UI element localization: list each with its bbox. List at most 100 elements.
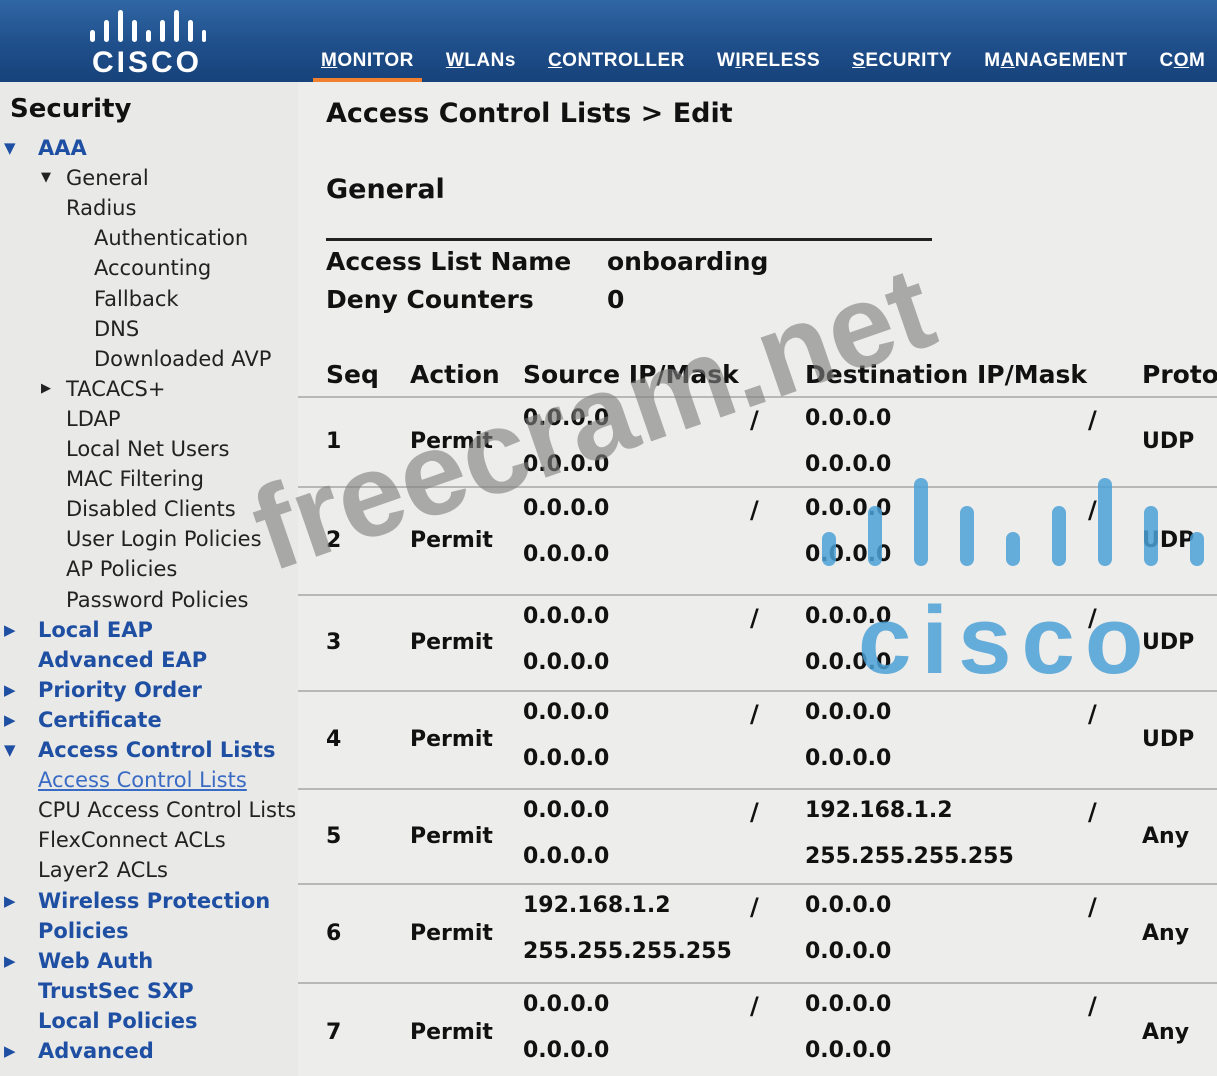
table-row[interactable]: 6 Permit 192.168.1.2 255.255.255.255 / 0.0.0.…	[298, 883, 1217, 982]
collapse-right-icon[interactable]: ▶	[4, 615, 16, 645]
sidebar-item-ldap[interactable]: LDAP	[66, 404, 121, 434]
source-mask-cell: 0.0.0.0	[523, 542, 610, 567]
destination-separator: /	[1088, 992, 1097, 1020]
sidebar-item-flexconnect-acls[interactable]: FlexConnect ACLs	[38, 825, 226, 855]
table-row[interactable]: 3 Permit 0.0.0.0 0.0.0.0 / 0.0.0.0 0.0.0.0 / UDP	[298, 594, 1217, 690]
source-separator: /	[750, 700, 759, 728]
collapse-right-icon[interactable]: ▶	[4, 886, 16, 916]
seq-cell: 5	[326, 823, 342, 849]
sidebar-item-local-eap[interactable]: Local EAP	[38, 615, 153, 645]
sidebar-item-ap-policies[interactable]: AP Policies	[66, 554, 177, 584]
sidebar-item-wireless-protection[interactable]: Wireless Protection	[38, 886, 270, 916]
collapse-right-icon[interactable]: ▶	[41, 374, 51, 404]
seq-cell: 3	[326, 630, 342, 655]
sidebar-item-local-policies[interactable]: Local Policies	[38, 1006, 198, 1036]
column-header-source[interactable]: Source IP/Mask	[523, 360, 739, 389]
section-title: General	[326, 174, 445, 205]
sidebar-item-fallback[interactable]: Fallback	[94, 284, 179, 314]
sidebar-item-access-control-lists[interactable]: Access Control Lists	[38, 735, 275, 765]
source-mask-cell: 0.0.0.0	[523, 1038, 610, 1063]
table-row[interactable]: 2 Permit 0.0.0.0 0.0.0.0 / 0.0.0.0 0.0.0.0 / UDP	[298, 486, 1217, 594]
destination-ip-cell: 0.0.0.0	[805, 604, 892, 629]
tab-wireless[interactable]: W I RELESS	[701, 0, 836, 82]
sidebar-item-password-policies[interactable]: Password Policies	[66, 585, 248, 615]
column-header-action[interactable]: Action	[410, 360, 500, 389]
table-row[interactable]: 4 Permit 0.0.0.0 0.0.0.0 / 0.0.0.0 0.0.0.0 / UDP	[298, 690, 1217, 788]
sidebar-title: Security	[10, 94, 132, 124]
collapse-right-icon[interactable]: ▶	[4, 705, 16, 735]
destination-ip-cell: 0.0.0.0	[805, 992, 892, 1017]
sidebar-item-web-auth[interactable]: Web Auth	[38, 946, 153, 976]
sidebar-item-advanced[interactable]: Advanced	[38, 1036, 154, 1066]
tab-label-end: NAGEMENT	[1014, 50, 1128, 71]
source-separator: /	[750, 798, 759, 826]
destination-ip-cell: 0.0.0.0	[805, 700, 892, 725]
destination-ip-cell: 0.0.0.0	[805, 893, 892, 918]
sidebar-item-radius[interactable]: Radius	[66, 193, 136, 223]
tab-monitor[interactable]: M ONITOR	[305, 0, 430, 82]
sidebar-item-advanced-eap[interactable]: Advanced EAP	[38, 645, 207, 675]
access-list-name-value: onboarding	[607, 247, 769, 276]
tab-management[interactable]: M A NAGEMENT	[968, 0, 1143, 82]
column-header-protocol[interactable]: Protoc	[1142, 360, 1217, 389]
source-separator: /	[750, 406, 759, 434]
destination-mask-cell: 0.0.0.0	[805, 542, 892, 567]
sidebar-item-general[interactable]: General	[66, 163, 149, 193]
sidebar-item-aaa[interactable]: AAA	[38, 133, 87, 163]
tab-hotkey-letter: W	[445, 50, 465, 71]
destination-separator: /	[1088, 496, 1097, 524]
page-title: Access Control Lists > Edit	[326, 98, 733, 129]
tab-commands[interactable]: COM	[1144, 0, 1217, 82]
sidebar-item-cpu-access-control-lists[interactable]: CPU Access Control Lists	[38, 795, 296, 825]
tab-label-end: M	[1189, 50, 1206, 71]
tab-security[interactable]: S ECURITY	[836, 0, 968, 82]
sidebar-item-access-control-lists[interactable]: Access Control Lists	[38, 765, 247, 795]
expand-down-icon[interactable]: ▼	[4, 735, 16, 765]
source-ip-cell: 0.0.0.0	[523, 496, 610, 521]
action-cell: Permit	[410, 920, 493, 946]
sidebar-item-accounting[interactable]: Accounting	[94, 253, 211, 283]
protocol-cell: Any	[1142, 920, 1190, 946]
sidebar-item-mac-filtering[interactable]: MAC Filtering	[66, 464, 204, 494]
source-ip-cell: 0.0.0.0	[523, 798, 610, 823]
sidebar-item-layer2-acls[interactable]: Layer2 ACLs	[38, 855, 168, 885]
seq-cell: 7	[326, 1019, 342, 1045]
expand-down-icon[interactable]: ▼	[41, 163, 51, 193]
sidebar-item-trustsec-sxp[interactable]: TrustSec SXP	[38, 976, 194, 1006]
sidebar-item-downloaded-avp[interactable]: Downloaded AVP	[94, 344, 271, 374]
destination-mask-cell: 255.255.255.255	[805, 844, 1014, 869]
action-cell: Permit	[410, 823, 493, 849]
sidebar-item-user-login-policies[interactable]: User Login Policies	[66, 524, 262, 554]
collapse-right-icon[interactable]: ▶	[4, 946, 16, 976]
collapse-right-icon[interactable]: ▶	[4, 675, 16, 705]
source-separator: /	[750, 496, 759, 524]
expand-down-icon[interactable]: ▼	[4, 133, 16, 163]
cisco-bars-icon	[90, 10, 206, 42]
column-header-destination[interactable]: Destination IP/Mask	[805, 360, 1087, 389]
source-ip-cell: 0.0.0.0	[523, 992, 610, 1017]
tab-wlans[interactable]: W LANs	[430, 0, 532, 82]
sidebar-item-dns[interactable]: DNS	[94, 314, 139, 344]
destination-mask-cell: 0.0.0.0	[805, 939, 892, 964]
section-divider	[326, 238, 932, 241]
sidebar-item-local-net-users[interactable]: Local Net Users	[66, 434, 229, 464]
cisco-logo-text: CISCO	[91, 46, 202, 79]
seq-cell: 1	[326, 429, 342, 454]
destination-separator: /	[1088, 604, 1097, 632]
table-row[interactable]: 1 Permit 0.0.0.0 0.0.0.0 / 0.0.0.0 0.0.0.0 / UDP	[298, 396, 1217, 486]
collapse-right-icon[interactable]: ▶	[4, 1036, 16, 1066]
sidebar-item-disabled-clients[interactable]: Disabled Clients	[66, 494, 236, 524]
tab-controller[interactable]: C ONTROLLER	[532, 0, 701, 82]
sidebar-item-authentication[interactable]: Authentication	[94, 223, 248, 253]
sidebar-item-tacacs[interactable]: TACACS+	[66, 374, 165, 404]
destination-mask-cell: 0.0.0.0	[805, 650, 892, 675]
tab-label-end: ONTROLLER	[562, 50, 685, 71]
table-row[interactable]: 7 Permit 0.0.0.0 0.0.0.0 / 0.0.0.0 0.0.0.0 / Any	[298, 982, 1217, 1076]
table-row[interactable]: 5 Permit 0.0.0.0 0.0.0.0 / 192.168.1.2 255.255…	[298, 788, 1217, 883]
sidebar-item-certificate[interactable]: Certificate	[38, 705, 162, 735]
column-header-seq[interactable]: Seq	[326, 360, 379, 389]
sidebar-item-priority-order[interactable]: Priority Order	[38, 675, 202, 705]
deny-counters-label: Deny Counters	[326, 285, 534, 314]
seq-cell: 4	[326, 727, 342, 752]
sidebar-item-policies[interactable]: Policies	[38, 916, 129, 946]
